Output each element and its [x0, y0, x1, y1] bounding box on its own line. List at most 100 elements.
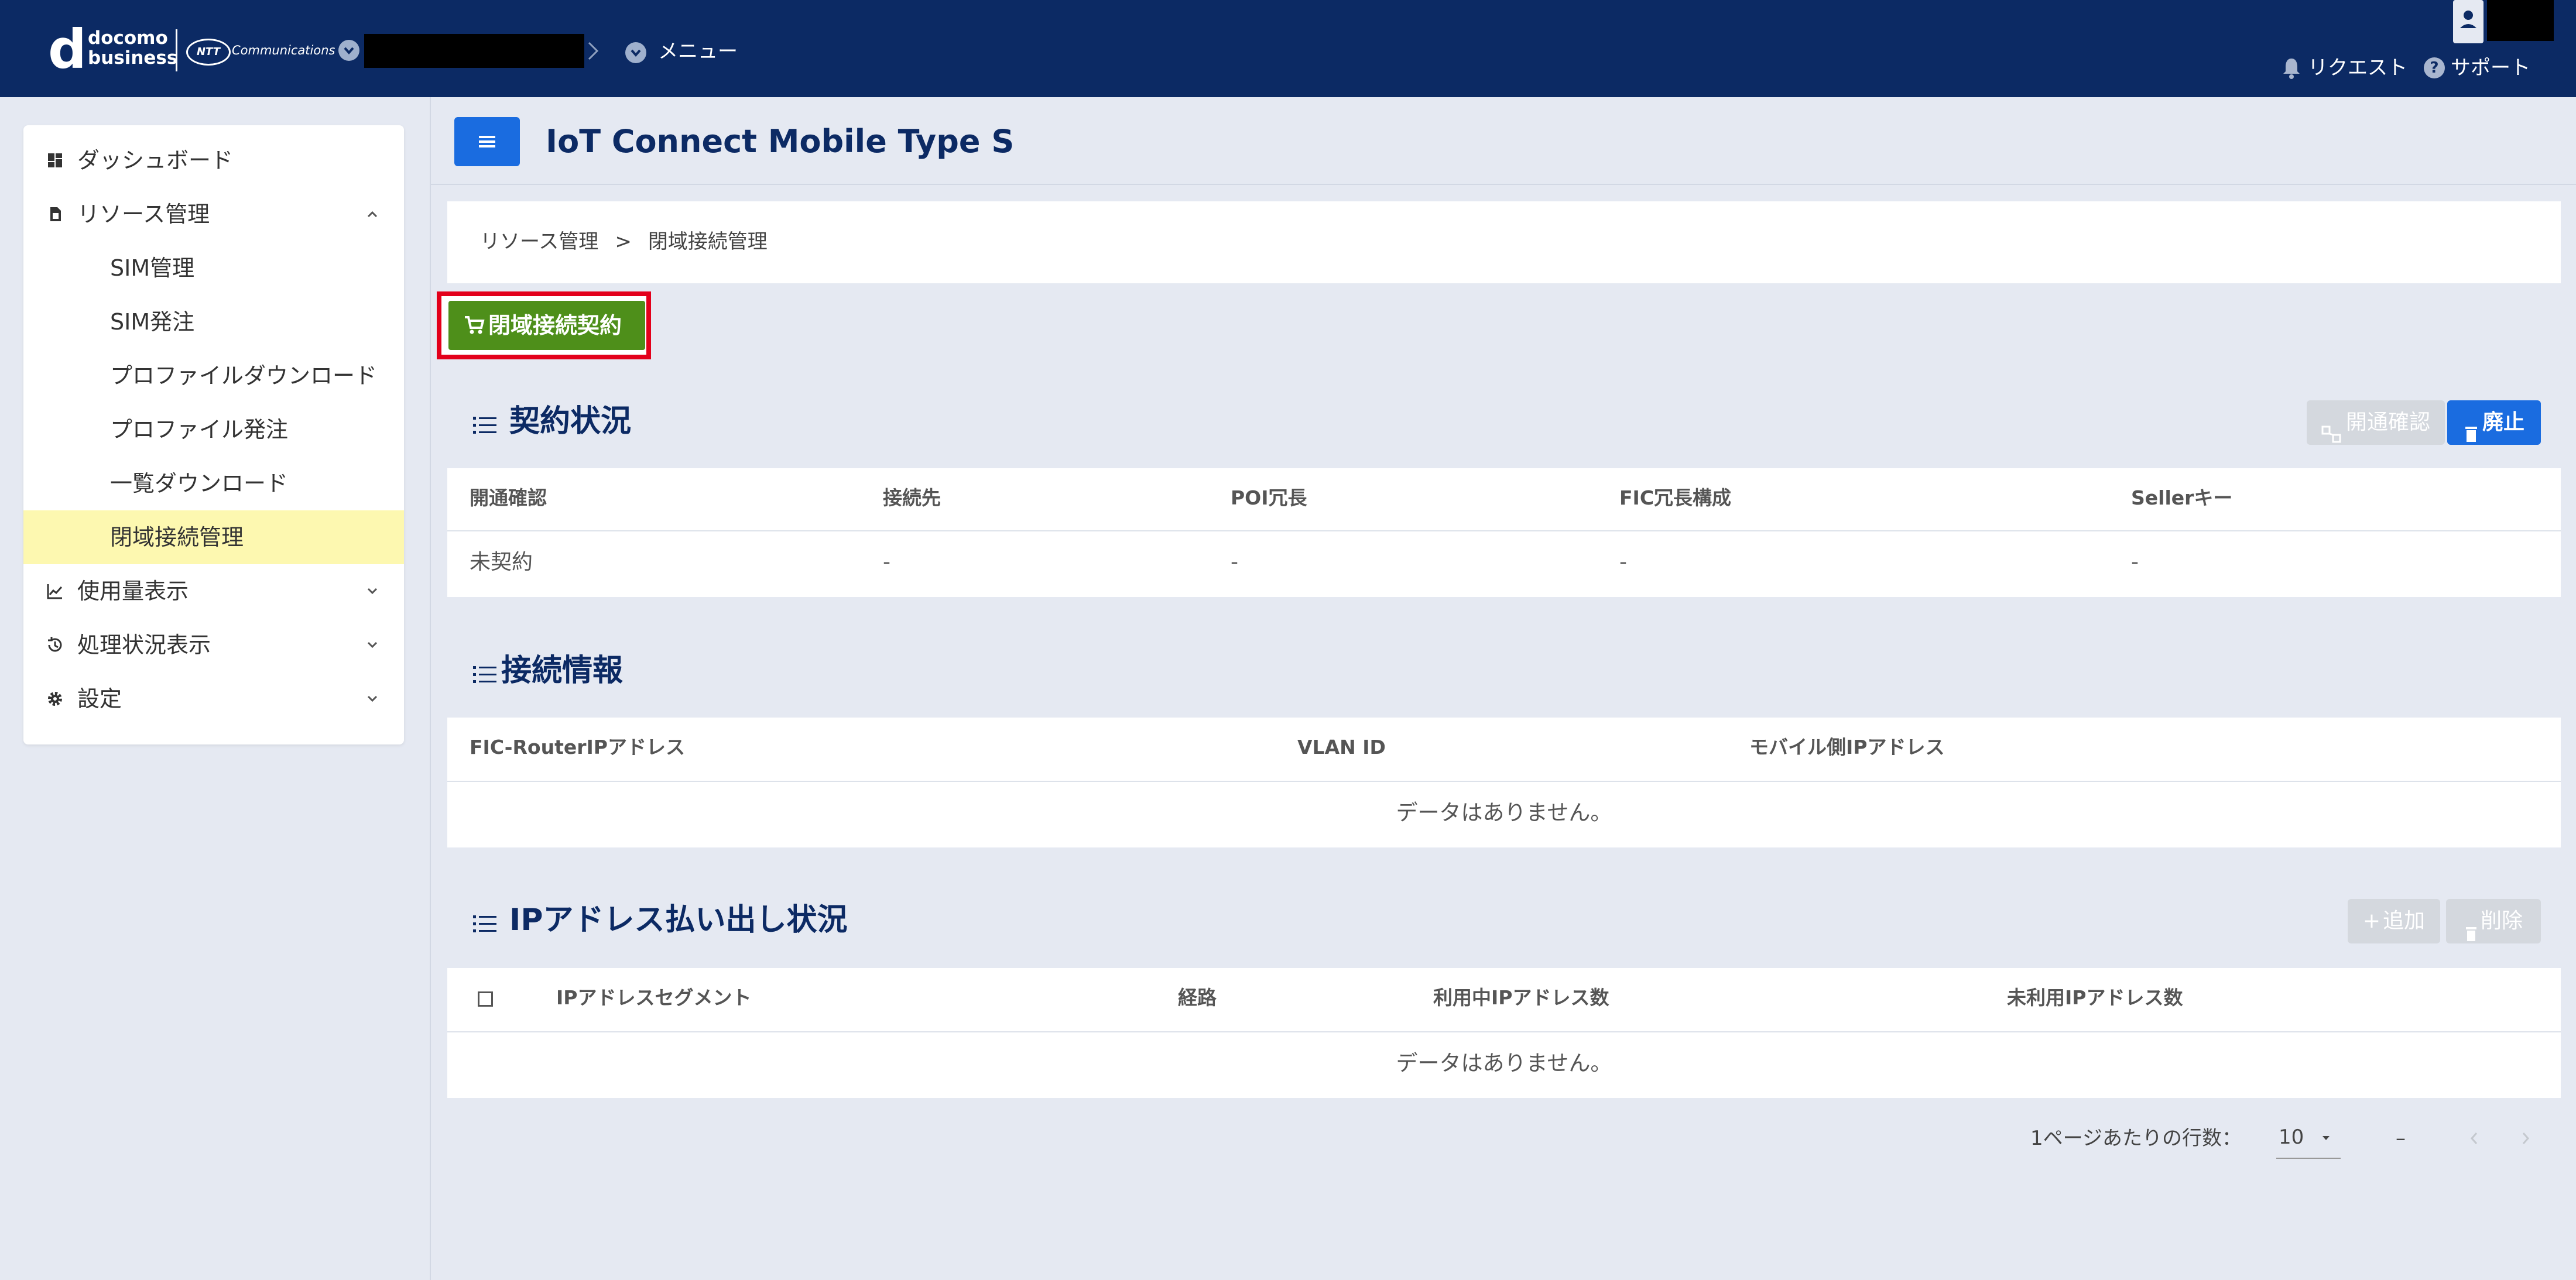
- column-header: 接続先: [883, 486, 941, 509]
- title-divider: [431, 184, 2576, 185]
- help-icon: ?: [2424, 57, 2445, 78]
- chevron-down-icon: [367, 588, 378, 595]
- redacted-user-name: [2487, 0, 2554, 41]
- prev-page-icon[interactable]: [2468, 1128, 2480, 1148]
- brand-logo[interactable]: docomo business: [88, 28, 177, 68]
- column-header: VLAN ID: [1297, 736, 1386, 759]
- abolish-label: 廃止: [2482, 410, 2524, 434]
- column-header: 利用中IPアドレス数: [1433, 986, 1609, 1009]
- connection-info-title: 接続情報: [501, 653, 624, 688]
- support-link[interactable]: サポート: [2451, 55, 2530, 81]
- menu-chevron-icon[interactable]: [625, 42, 646, 63]
- table-cell: -: [2131, 550, 2139, 574]
- connection-info-table: FIC-RouterIPアドレス VLAN ID モバイル側IPアドレス データ…: [447, 718, 2561, 847]
- table-cell: 未契約: [470, 550, 533, 574]
- list-icon: [473, 417, 496, 434]
- select-all-checkbox[interactable]: [478, 991, 493, 1007]
- sim-card-icon: [50, 207, 61, 221]
- table-cell: -: [1231, 550, 1238, 574]
- column-header: 経路: [1178, 986, 1217, 1009]
- contract-status-title: 契約状況: [509, 404, 632, 439]
- sidebar-item-label: 閉域接続管理: [110, 524, 244, 550]
- column-header: FIC-RouterIPアドレス: [470, 736, 685, 759]
- brand-line1: docomo: [88, 28, 168, 49]
- sidebar-item-sim-order[interactable]: SIM発注: [23, 295, 404, 349]
- bell-icon: [2281, 56, 2302, 80]
- contract-button-label: 閉域接続契約: [488, 313, 622, 338]
- dropdown-arrow-icon: [2322, 1136, 2330, 1140]
- column-header: 未利用IPアドレス数: [2007, 986, 2183, 1009]
- sidebar-item-usage[interactable]: 使用量表示: [23, 564, 404, 618]
- column-header: Sellerキー: [2131, 486, 2233, 509]
- list-icon: [473, 915, 496, 932]
- docomo-d-logo: d: [48, 18, 87, 81]
- sidebar-item-closed-connection[interactable]: 閉域接続管理: [23, 510, 404, 564]
- table-cell: -: [883, 550, 890, 574]
- hamburger-menu-button[interactable]: [454, 117, 520, 166]
- chevron-down-icon: [367, 695, 378, 702]
- content-divider: [430, 97, 431, 1280]
- delete-label: 削除: [2480, 909, 2523, 933]
- abolish-button[interactable]: 廃止: [2447, 400, 2541, 445]
- page-range-text: –: [2396, 1127, 2406, 1150]
- open-check-button[interactable]: 開通確認: [2307, 400, 2445, 445]
- breadcrumb-separator: >: [615, 230, 632, 253]
- add-button[interactable]: + 追加: [2348, 899, 2440, 943]
- column-header: モバイル側IPアドレス: [1749, 736, 1945, 759]
- sidebar-item-label: リソース管理: [77, 201, 210, 227]
- page-title: IoT Connect Mobile Type S: [546, 123, 1015, 160]
- open-check-label: 開通確認: [2345, 410, 2430, 434]
- row-divider: [447, 1031, 2561, 1032]
- ntt-logo-text: Communications: [232, 43, 335, 57]
- user-avatar-button[interactable]: [2453, 0, 2483, 43]
- delete-button[interactable]: 削除: [2446, 899, 2541, 943]
- hamburger-icon: [479, 136, 495, 147]
- breadcrumb-chevron-icon: [587, 41, 600, 61]
- breadcrumb-current: 閉域接続管理: [648, 230, 768, 253]
- link-icon: [2321, 414, 2342, 443]
- closed-connection-contract-button[interactable]: 閉域接続契約: [448, 301, 645, 350]
- breadcrumb-parent-link[interactable]: リソース管理: [480, 227, 598, 256]
- sidebar-item-resource-management[interactable]: リソース管理: [23, 187, 404, 241]
- rows-per-page-select[interactable]: 10: [2276, 1123, 2341, 1159]
- next-page-icon[interactable]: [2520, 1128, 2532, 1148]
- sidebar-item-sim-management[interactable]: SIM管理: [23, 241, 404, 295]
- sidebar-item-label: 使用量表示: [77, 578, 189, 604]
- plus-icon: +: [2362, 909, 2381, 933]
- chevron-down-icon: [367, 641, 378, 648]
- ip-allocation-table: IPアドレスセグメント 経路 利用中IPアドレス数 未利用IPアドレス数 データ…: [447, 968, 2561, 1098]
- sidebar-item-process-status[interactable]: 処理状況表示: [23, 618, 404, 672]
- line-chart-icon: [47, 584, 63, 599]
- request-link[interactable]: リクエスト: [2308, 55, 2407, 81]
- logo-divider: [176, 29, 177, 71]
- ip-allocation-title: IPアドレス払い出し状況: [509, 902, 848, 938]
- sidebar-item-profile-download[interactable]: プロファイルダウンロード: [23, 349, 404, 403]
- sidebar-item-dashboard[interactable]: ダッシュボード: [23, 133, 404, 187]
- ntt-logo-badge: NTT: [186, 39, 231, 66]
- sidebar-item-list-download[interactable]: 一覧ダウンロード: [23, 457, 404, 510]
- trash-icon: [2464, 414, 2479, 442]
- breadcrumb-card: リソース管理 > 閉域接続管理: [447, 201, 2561, 283]
- contract-status-table: 開通確認 接続先 POI冗長 FIC冗長構成 Sellerキー 未契約 - - …: [447, 468, 2561, 597]
- sidebar: ダッシュボード リソース管理 SIM管理 SIM発注 プロファイルダウンロード …: [23, 125, 404, 744]
- sidebar-item-label: 設定: [77, 686, 122, 712]
- table-row: 未契約 - - - -: [447, 531, 2561, 597]
- sidebar-item-settings[interactable]: 設定: [23, 672, 404, 726]
- sidebar-item-label: 処理状況表示: [77, 632, 211, 658]
- trash-icon: [2464, 914, 2478, 941]
- redacted-account-name: [364, 34, 584, 68]
- sidebar-item-profile-order[interactable]: プロファイル発注: [23, 403, 404, 457]
- table-cell: -: [1619, 550, 1627, 574]
- column-header: POI冗長: [1231, 486, 1307, 509]
- breadcrumb: リソース管理 > 閉域接続管理: [480, 227, 768, 256]
- account-switcher-chevron-icon[interactable]: [338, 40, 359, 61]
- empty-state-text: データはありません。: [1396, 1051, 1612, 1076]
- menu-dropdown[interactable]: メニュー: [658, 39, 738, 64]
- sidebar-item-label: プロファイルダウンロード: [110, 363, 378, 389]
- rows-per-page-value: 10: [2279, 1125, 2304, 1149]
- column-header: 開通確認: [470, 486, 547, 509]
- row-divider: [447, 781, 2561, 782]
- empty-state-text: データはありません。: [1396, 800, 1612, 825]
- rows-per-page-label: 1ページあたりの行数：: [2030, 1127, 2242, 1150]
- sidebar-item-label: SIM発注: [110, 309, 195, 335]
